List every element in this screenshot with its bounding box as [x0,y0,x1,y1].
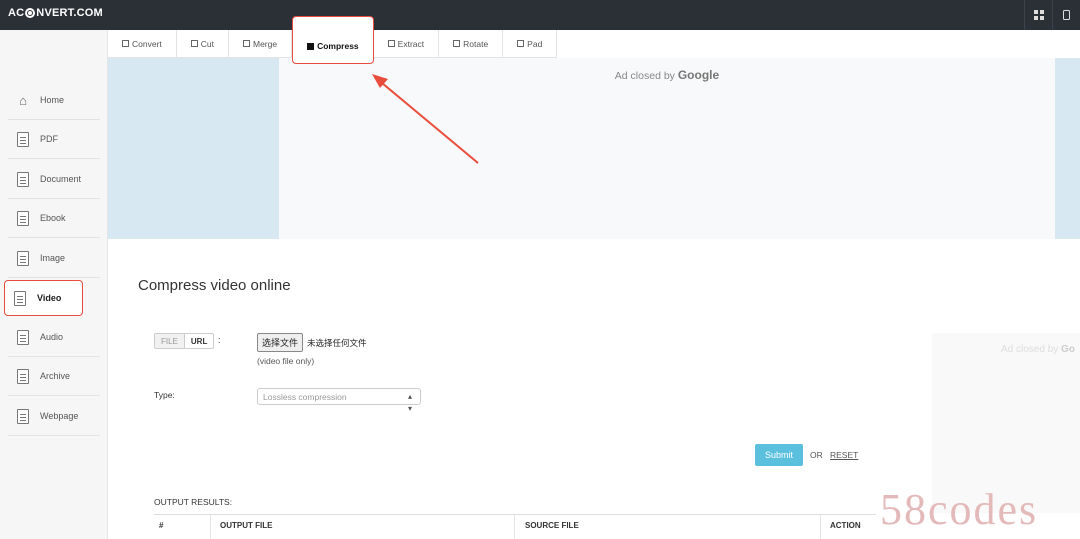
file-input: 选择文件 未选择任何文件 [257,333,367,352]
google-brand: Google [677,68,720,82]
webpage-icon [16,408,30,424]
video-icon [13,290,27,306]
source-colon: : [218,335,221,345]
side-ad-notice: Ad closed by Go [1001,344,1075,355]
mobile-view-button[interactable] [1052,0,1080,30]
sidebar-item-ebook[interactable]: Ebook [8,199,100,238]
watermark: 58codes [880,485,1039,534]
checkbox-icon [190,40,198,47]
sidebar-item-label: PDF [40,134,58,144]
type-label: Type: [154,390,175,400]
sidebar: ⌂ Home PDF Document Ebook Image Video Au… [0,30,108,539]
tab-pad[interactable]: Pad [503,30,558,58]
reset-link[interactable]: RESET [830,450,858,460]
document-icon [16,171,30,187]
site-logo[interactable]: AC NVERT.COM [8,7,103,19]
tab-extract[interactable]: Extract [373,30,440,58]
tool-tabs: Convert Cut Merge Compress Extract Rotat… [108,16,558,64]
ebook-icon [16,210,30,226]
sidebar-item-video[interactable]: Video [4,280,83,316]
file-status-text: 未选择任何文件 [307,338,367,349]
checkbox-icon [387,40,395,47]
image-icon [16,250,30,266]
output-results-title: OUTPUT RESULTS: [154,497,233,507]
column-number-header: # [159,521,164,530]
sidebar-item-image[interactable]: Image [8,239,100,278]
source-toggle: FILE URL [154,333,215,349]
annotation-arrow [372,74,479,164]
checkbox-checked-icon [307,42,315,50]
sidebar-item-label: Home [40,95,65,105]
column-output-file-header: OUTPUT FILE [220,521,273,530]
sidebar-item-archive[interactable]: Archive [8,357,100,396]
logo-suffix: NVERT.COM [36,7,103,19]
sidebar-item-pdf[interactable]: PDF [8,120,100,159]
checkbox-icon [453,40,461,47]
file-source-button[interactable]: FILE [155,334,185,348]
archive-icon [16,368,30,384]
sidebar-item-label: Ebook [40,213,66,223]
grid-icon [1033,10,1044,20]
grid-view-button[interactable] [1024,0,1052,30]
url-source-button[interactable]: URL [185,334,213,348]
select-caret-icon: ▴ ▾ [407,392,412,413]
submit-button[interactable]: Submit [755,444,803,466]
or-text: OR [810,450,823,460]
sidebar-item-label: Document [40,174,82,184]
checkbox-icon [243,40,250,47]
tab-convert[interactable]: Convert [108,30,177,58]
sidebar-item-webpage[interactable]: Webpage [8,397,100,436]
tab-merge[interactable]: Merge [229,30,293,58]
sidebar-item-label: Audio [40,332,64,342]
pdf-icon [16,131,30,147]
sidebar-item-document[interactable]: Document [8,160,100,199]
type-select[interactable]: Lossless compression ▴ ▾ [257,388,421,413]
sidebar-item-label: Archive [40,371,71,381]
tab-compress[interactable]: Compress [292,16,374,64]
home-icon: ⌂ [19,92,27,108]
tab-cut[interactable]: Cut [176,30,229,58]
audio-icon [16,329,30,345]
sidebar-item-label: Video [37,293,62,303]
checkbox-icon [517,40,525,47]
sidebar-item-label: Webpage [40,411,79,421]
logo-prefix: AC [8,7,25,19]
sidebar-item-audio[interactable]: Audio [8,318,100,357]
tab-rotate[interactable]: Rotate [439,30,504,58]
page-title: Compress video online [138,277,291,294]
file-hint: (video file only) [257,356,315,366]
sidebar-item-home[interactable]: ⌂ Home [8,81,100,120]
checkbox-icon [122,40,129,47]
choose-file-button[interactable]: 选择文件 [257,333,304,352]
output-table-header: # OUTPUT FILE SOURCE FILE ACTION [154,514,876,539]
column-action-header: ACTION [830,521,861,530]
top-bar: AC NVERT.COM [0,0,1080,30]
type-select-value: Lossless compression [263,391,347,402]
mobile-icon [1063,10,1070,20]
logo-ring-icon [25,8,36,18]
column-source-file-header: SOURCE FILE [525,521,579,530]
sidebar-item-label: Image [40,253,66,263]
